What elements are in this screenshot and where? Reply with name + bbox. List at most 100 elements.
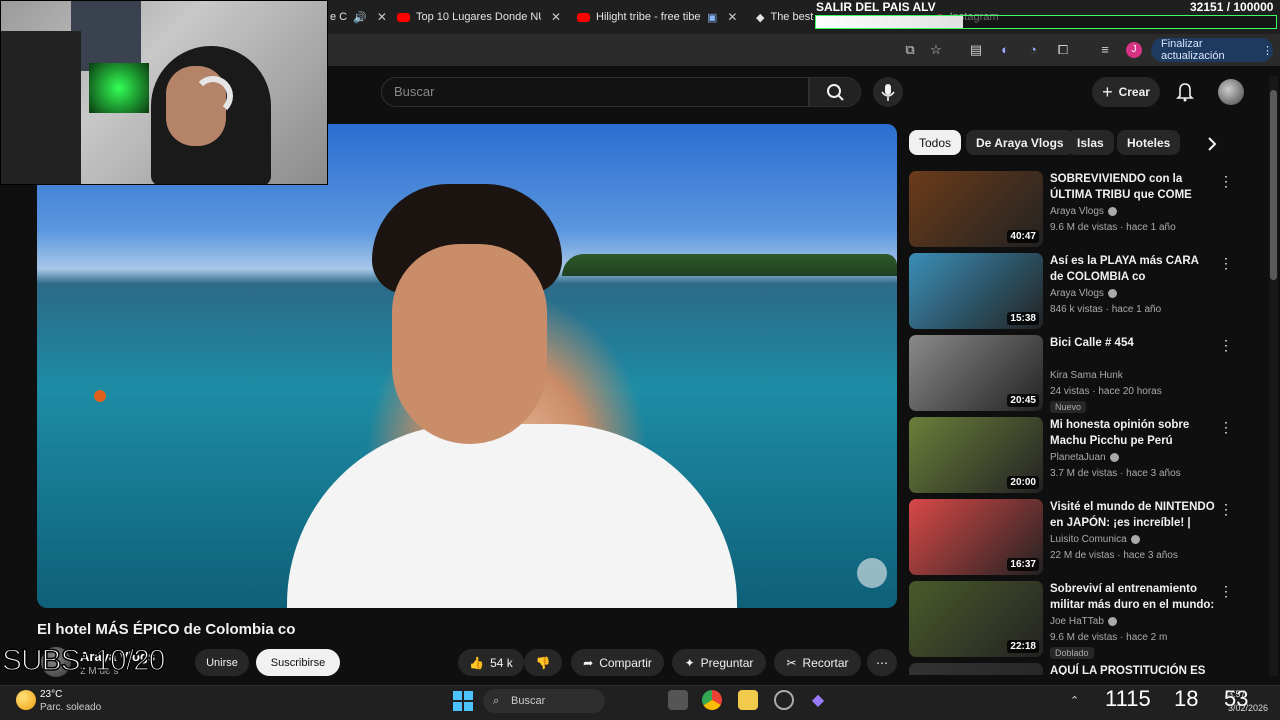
chrome-icon[interactable] <box>702 690 722 710</box>
extension-icon[interactable]: ◐ <box>998 43 1012 57</box>
recommendation-title[interactable]: Sobreviví al entrenamiento militar más d… <box>1050 581 1215 613</box>
search-input[interactable]: Buscar <box>381 77 809 107</box>
profile-avatar[interactable]: J <box>1126 42 1142 58</box>
chip-todos[interactable]: Todos <box>909 130 962 155</box>
clip-button[interactable]: ✂ Recortar <box>774 649 861 676</box>
recommendation-title[interactable]: Visité el mundo de NINTENDO en JAPÓN: ¡e… <box>1050 499 1215 531</box>
more-options-icon[interactable]: ⋮ <box>1219 501 1233 517</box>
more-options-icon[interactable]: ⋮ <box>1219 255 1233 271</box>
account-avatar[interactable] <box>1218 79 1244 105</box>
media-control-icon[interactable]: ≡ <box>1098 43 1112 57</box>
tab-current[interactable]: e C 🔊 ✕ <box>330 6 390 28</box>
recommendation-thumbnail[interactable]: 15:38 <box>909 253 1043 329</box>
task-view-icon[interactable] <box>668 690 688 710</box>
weather-description[interactable]: Parc. soleado <box>40 702 101 713</box>
recommendation-channel[interactable]: Araya Vlogs <box>1050 206 1117 217</box>
more-options-icon[interactable]: ⋮ <box>1219 583 1233 599</box>
recommendation-item[interactable]: AQUÍ LA PROSTITUCIÓN ES <box>909 663 1239 675</box>
recommendation-thumbnail[interactable]: 40:47 <box>909 171 1043 247</box>
more-options-icon[interactable]: ⋮ <box>1219 337 1233 353</box>
clock-time[interactable]: 3:57 <box>1228 689 1246 699</box>
close-tab-icon[interactable]: ✕ <box>727 10 737 24</box>
recommendation-item[interactable]: 20:00 Mi honesta opinión sobre Machu Picc… <box>909 417 1239 495</box>
plus-icon: + <box>1102 81 1113 102</box>
recommendation-item[interactable]: 22:18 Sobreviví al entrenamiento militar … <box>909 581 1239 659</box>
chip-hoteles[interactable]: Hoteles <box>1117 130 1181 155</box>
search-button[interactable] <box>809 77 861 107</box>
headphones-icon <box>193 76 233 116</box>
file-explorer-icon[interactable] <box>738 690 758 710</box>
recommendation-channel[interactable]: PlanetaJuan <box>1050 452 1119 463</box>
extensions-puzzle-icon[interactable]: ⧠ <box>1056 43 1070 57</box>
more-options-icon[interactable]: ⋮ <box>1219 173 1233 189</box>
weather-temperature[interactable]: 23°C <box>40 689 62 700</box>
thumbs-down-icon: 👎 <box>535 655 551 670</box>
video-player[interactable] <box>37 124 897 608</box>
video-title: El hotel MÁS ÉPICO de Colombia co <box>37 621 296 638</box>
join-button[interactable]: Unirse <box>195 649 249 676</box>
share-button[interactable]: ➦ Compartir <box>571 649 664 676</box>
voice-search-button[interactable] <box>873 77 903 107</box>
chip-araya[interactable]: De Araya Vlogs <box>966 130 1074 155</box>
search-icon <box>827 84 844 101</box>
thumbs-up-icon: 👍 <box>469 655 485 670</box>
recommendation-channel[interactable]: Kira Sama Hunk <box>1050 370 1123 381</box>
person-face <box>392 244 547 444</box>
subscribe-button[interactable]: Suscribirse <box>256 649 340 676</box>
create-button[interactable]: + Crear <box>1092 77 1160 107</box>
channel-watermark-icon[interactable] <box>857 558 887 588</box>
tab-best[interactable]: ◆ The best <box>756 6 816 28</box>
youtube-favicon-icon <box>397 12 410 22</box>
install-app-icon[interactable]: ⧉ <box>903 43 917 57</box>
more-actions-button[interactable]: ⋯ <box>867 649 897 676</box>
recommendation-thumbnail[interactable]: 16:37 <box>909 499 1043 575</box>
windows-start-icon[interactable] <box>453 691 473 711</box>
clock-date[interactable]: 3/02/2026 <box>1228 703 1268 713</box>
overlay-counter-1: 1115 <box>1105 686 1151 711</box>
app-icon[interactable] <box>774 690 794 710</box>
tab-top10[interactable]: Top 10 Lugares Donde NUNCA ✕ <box>397 6 567 28</box>
bookmark-star-icon[interactable]: ☆ <box>929 43 943 57</box>
extension-signal-icon[interactable]: ◔ <box>1026 43 1040 57</box>
more-options-icon[interactable]: ⋮ <box>1219 419 1233 435</box>
taskbar-search-label: Buscar <box>511 695 546 707</box>
recommendation-item[interactable]: 16:37 Visité el mundo de NINTENDO en JAPÓ… <box>909 499 1239 577</box>
close-tab-icon[interactable]: ✕ <box>377 10 387 24</box>
recommendation-title[interactable]: SOBREVIVIENDO con la ÚLTIMA TRIBU que CO… <box>1050 171 1215 203</box>
recommendation-channel[interactable]: Joe HaTTab <box>1050 616 1117 627</box>
chip-islas[interactable]: Islas <box>1067 130 1114 155</box>
taskbar-search[interactable]: ⌕ Buscar <box>483 689 605 713</box>
extension-ad-icon[interactable]: ▤ <box>969 43 983 57</box>
app-diamond-icon[interactable]: ◆ <box>808 690 828 710</box>
tray-chevron-icon[interactable]: ⌃ <box>1070 694 1079 707</box>
goal-progress-fill <box>816 16 964 28</box>
chevron-right-icon[interactable] <box>1202 134 1222 154</box>
recommendation-item[interactable]: 15:38 Así es la PLAYA más CARA de COLOMBI… <box>909 253 1239 331</box>
weather-sun-icon[interactable] <box>16 690 36 710</box>
cast-icon: ▣ <box>707 11 718 24</box>
recommendation-item[interactable]: 40:47 SOBREVIVIENDO con la ÚLTIMA TRIBU q… <box>909 171 1239 249</box>
tab-hilight[interactable]: Hilight tribe - free tibet ▣ ✕ <box>577 6 742 28</box>
ask-button[interactable]: ✦ Preguntar <box>672 649 766 676</box>
recommendation-thumbnail[interactable]: 20:45 <box>909 335 1043 411</box>
recommendation-title[interactable]: AQUÍ LA PROSTITUCIÓN ES <box>1050 663 1215 675</box>
sparkle-icon: ✦ <box>684 655 695 670</box>
update-chrome-button[interactable]: Finalizar actualización ⋮ <box>1151 38 1273 62</box>
recommendation-channel[interactable]: Araya Vlogs <box>1050 288 1117 299</box>
notifications-bell-icon[interactable] <box>1174 80 1196 102</box>
recommendation-item[interactable]: 20:45 Bici Calle # 454 Kira Sama Hunk 24 vi… <box>909 335 1239 413</box>
recommendation-thumbnail[interactable] <box>909 663 1043 675</box>
recommendation-title[interactable]: Así es la PLAYA más CARA de COLOMBIA co <box>1050 253 1215 285</box>
dislike-button[interactable]: 👎 <box>524 649 562 676</box>
video-duration: 20:45 <box>1007 394 1039 407</box>
recommendation-channel[interactable]: Luisito Comunica <box>1050 534 1140 545</box>
share-arrow-icon: ➦ <box>583 655 594 670</box>
recommendation-title[interactable]: Bici Calle # 454 <box>1050 335 1215 351</box>
recommendation-thumbnail[interactable]: 22:18 <box>909 581 1043 657</box>
channel-label: Kira Sama Hunk <box>1050 370 1123 381</box>
close-tab-icon[interactable]: ✕ <box>551 10 561 24</box>
like-button[interactable]: 👍 54 k <box>458 649 524 676</box>
recommendation-title[interactable]: Mi honesta opinión sobre Machu Picchu pe… <box>1050 417 1215 449</box>
scrollbar-thumb[interactable] <box>1270 90 1277 280</box>
recommendation-thumbnail[interactable]: 20:00 <box>909 417 1043 493</box>
